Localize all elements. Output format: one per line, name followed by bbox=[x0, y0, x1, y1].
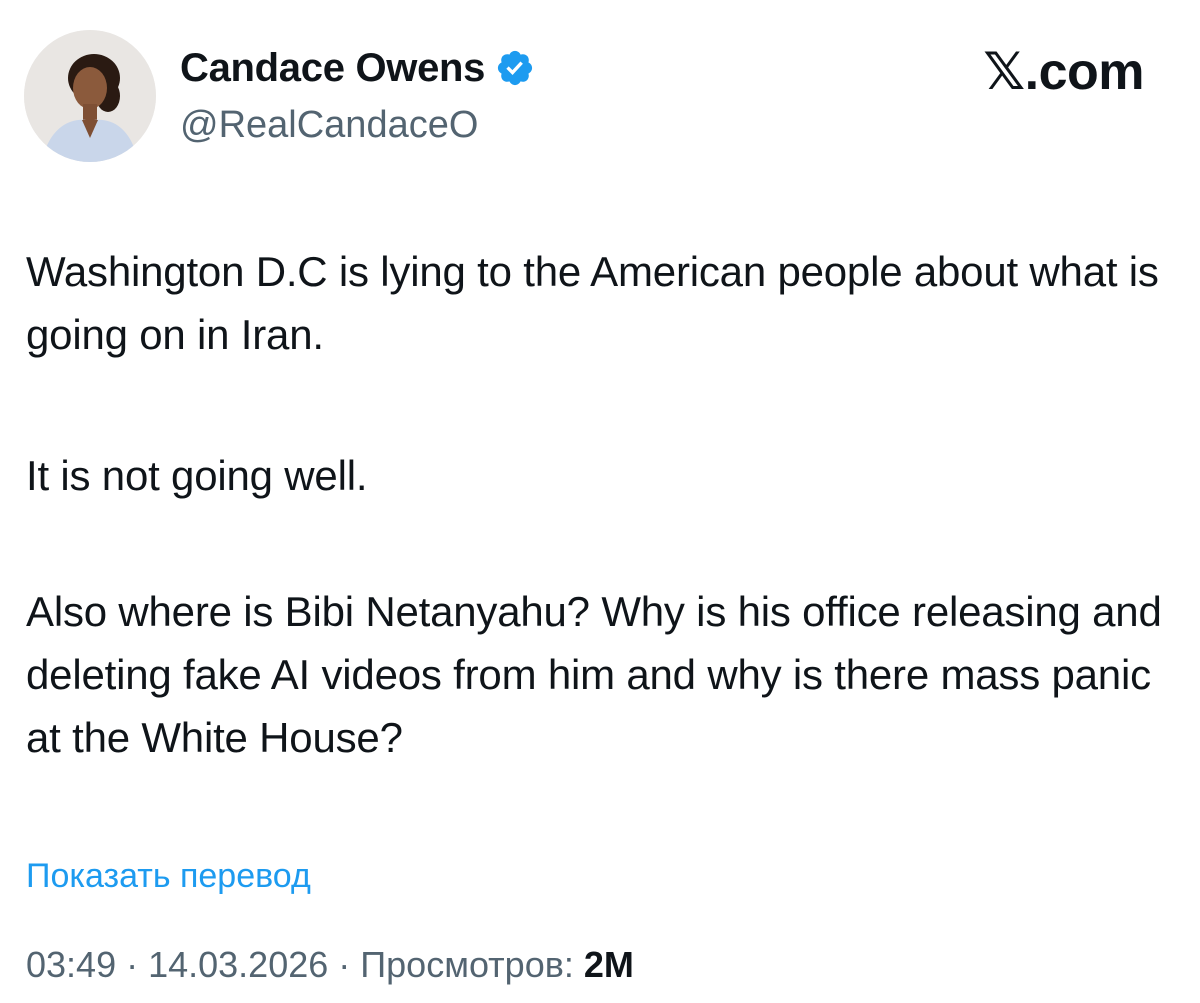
views-label: Просмотров: bbox=[360, 944, 584, 985]
tweet-date[interactable]: 14.03.2026 bbox=[148, 944, 328, 985]
show-translation-link[interactable]: Показать перевод bbox=[26, 854, 311, 898]
meta-separator: · bbox=[328, 944, 361, 985]
tweet-time[interactable]: 03:49 bbox=[26, 944, 116, 985]
brand-logo: 𝕏.com bbox=[983, 43, 1144, 101]
verified-badge-icon bbox=[495, 48, 535, 88]
meta-separator: · bbox=[116, 944, 149, 985]
tweet-paragraph: It is not going well. bbox=[26, 452, 368, 499]
author-handle[interactable]: @RealCandaceO bbox=[180, 102, 478, 148]
tweet-meta: 03:49 · 14.03.2026 · Просмотров: 2M bbox=[26, 942, 634, 988]
tweet-paragraph: Also where is Bibi Netanyahu? Why is his… bbox=[26, 588, 1162, 761]
tweet-paragraph: Washington D.C is lying to the American … bbox=[26, 248, 1159, 358]
avatar[interactable] bbox=[24, 30, 156, 162]
author-name-row[interactable]: Candace Owens bbox=[180, 44, 535, 92]
views-count: 2M bbox=[583, 944, 634, 985]
profile-photo-icon bbox=[24, 30, 156, 162]
author-display-name[interactable]: Candace Owens bbox=[180, 44, 485, 92]
